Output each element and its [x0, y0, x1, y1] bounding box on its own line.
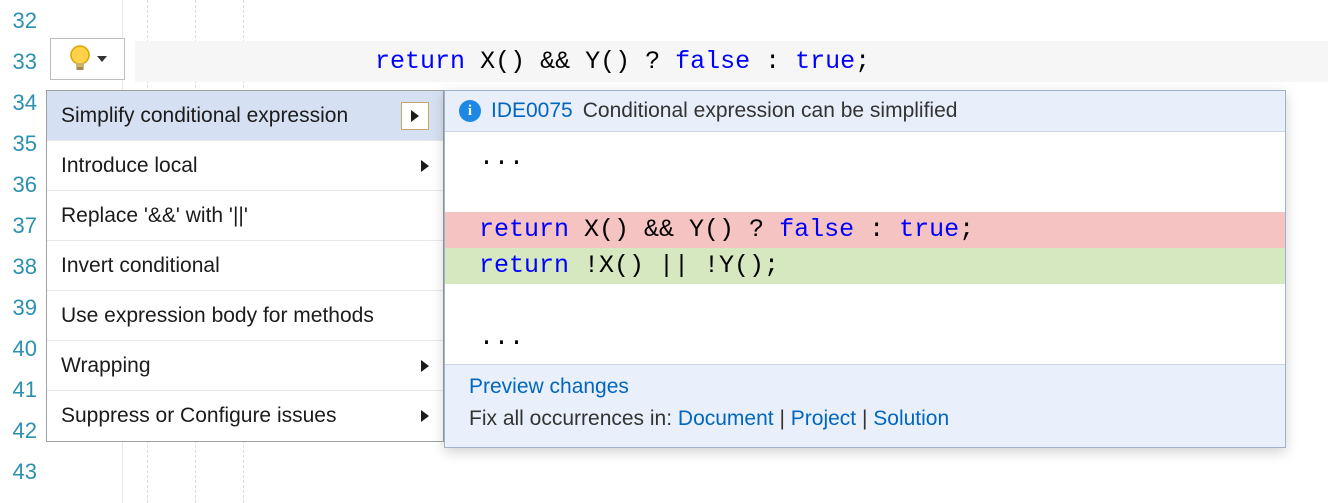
- code-fix-preview: i IDE0075 Conditional expression can be …: [444, 90, 1286, 448]
- fix-document-link[interactable]: Document: [678, 407, 774, 430]
- separator: |: [862, 407, 873, 430]
- preview-changes-link[interactable]: Preview changes: [469, 375, 629, 398]
- submenu-expander[interactable]: [401, 102, 429, 130]
- chevron-right-icon: [421, 410, 429, 422]
- literal-false: false: [779, 215, 854, 244]
- line-number: 32: [0, 0, 45, 41]
- lightbulb-icon: [69, 45, 91, 73]
- menu-item-replace-and-or[interactable]: Replace '&&' with '||': [47, 191, 443, 241]
- preview-header: i IDE0075 Conditional expression can be …: [445, 91, 1285, 132]
- menu-item-label: Simplify conditional expression: [61, 104, 348, 128]
- diagnostic-message: Conditional expression can be simplified: [583, 99, 958, 123]
- menu-item-label: Wrapping: [61, 354, 151, 378]
- chevron-right-icon: [421, 360, 429, 372]
- preview-footer: Preview changes Fix all occurrences in: …: [445, 364, 1285, 447]
- line-number: 40: [0, 328, 45, 369]
- diagnostic-id[interactable]: IDE0075: [491, 99, 573, 123]
- menu-item-simplify-conditional[interactable]: Simplify conditional expression: [47, 91, 443, 141]
- menu-item-introduce-local[interactable]: Introduce local: [47, 141, 443, 191]
- keyword-return: return: [479, 215, 569, 244]
- menu-item-label: Suppress or Configure issues: [61, 404, 336, 428]
- code-text: ;: [855, 47, 870, 76]
- menu-item-wrapping[interactable]: Wrapping: [47, 341, 443, 391]
- menu-item-suppress-configure[interactable]: Suppress or Configure issues: [47, 391, 443, 441]
- preview-body: ... return X() && Y() ? false : true; re…: [445, 132, 1285, 364]
- literal-false: false: [675, 47, 750, 76]
- quick-actions-menu: Simplify conditional expression Introduc…: [46, 90, 444, 442]
- line-number: 38: [0, 246, 45, 287]
- code-text: X() && Y() ?: [465, 47, 675, 76]
- code-text: X() && Y() ?: [569, 215, 779, 244]
- code-text: :: [750, 47, 795, 76]
- chevron-right-icon: [421, 160, 429, 172]
- line-number: 41: [0, 369, 45, 410]
- keyword-return: return: [479, 251, 569, 280]
- diff-removed-line: return X() && Y() ? false : true;: [445, 212, 1285, 248]
- line-number: 43: [0, 451, 45, 492]
- line-number-gutter: 32 33 34 35 36 37 38 39 40 41 42 43: [0, 0, 45, 503]
- info-icon: i: [459, 100, 481, 122]
- menu-item-label: Invert conditional: [61, 254, 220, 278]
- menu-item-label: Introduce local: [61, 154, 198, 178]
- chevron-right-icon: [411, 110, 419, 122]
- line-number: 35: [0, 123, 45, 164]
- menu-item-expression-body[interactable]: Use expression body for methods: [47, 291, 443, 341]
- code-text: ;: [959, 215, 974, 244]
- lightbulb-button[interactable]: [50, 38, 125, 80]
- menu-item-label: Use expression body for methods: [61, 304, 374, 328]
- diff-added-line: return !X() || !Y();: [445, 248, 1285, 284]
- chevron-down-icon: [97, 56, 107, 62]
- menu-item-label: Replace '&&' with '||': [61, 204, 248, 228]
- blank-line: [445, 176, 1285, 212]
- code-editor: 32 33 34 35 36 37 38 39 40 41 42 43 retu…: [0, 0, 1328, 503]
- code-indent: [135, 47, 375, 76]
- line-number: 42: [0, 410, 45, 451]
- code-line-current[interactable]: return X() && Y() ? false : true;: [135, 41, 1328, 82]
- blank-line: [445, 284, 1285, 320]
- literal-true: true: [899, 215, 959, 244]
- line-number: 37: [0, 205, 45, 246]
- code-text: :: [854, 215, 899, 244]
- line-number: 36: [0, 164, 45, 205]
- literal-true: true: [795, 47, 855, 76]
- code-text: !X() || !Y();: [569, 251, 779, 280]
- fix-solution-link[interactable]: Solution: [873, 407, 949, 430]
- code-line[interactable]: [135, 0, 1328, 41]
- fix-project-link[interactable]: Project: [791, 407, 856, 430]
- keyword-return: return: [375, 47, 465, 76]
- separator: |: [779, 407, 790, 430]
- menu-item-invert-conditional[interactable]: Invert conditional: [47, 241, 443, 291]
- ellipsis: ...: [445, 320, 1285, 356]
- line-number: 39: [0, 287, 45, 328]
- line-number: 34: [0, 82, 45, 123]
- code-area[interactable]: return X() && Y() ? false : true;: [135, 0, 1328, 82]
- line-number: 33: [0, 41, 45, 82]
- fix-all-label: Fix all occurrences in:: [469, 407, 678, 430]
- ellipsis: ...: [445, 140, 1285, 176]
